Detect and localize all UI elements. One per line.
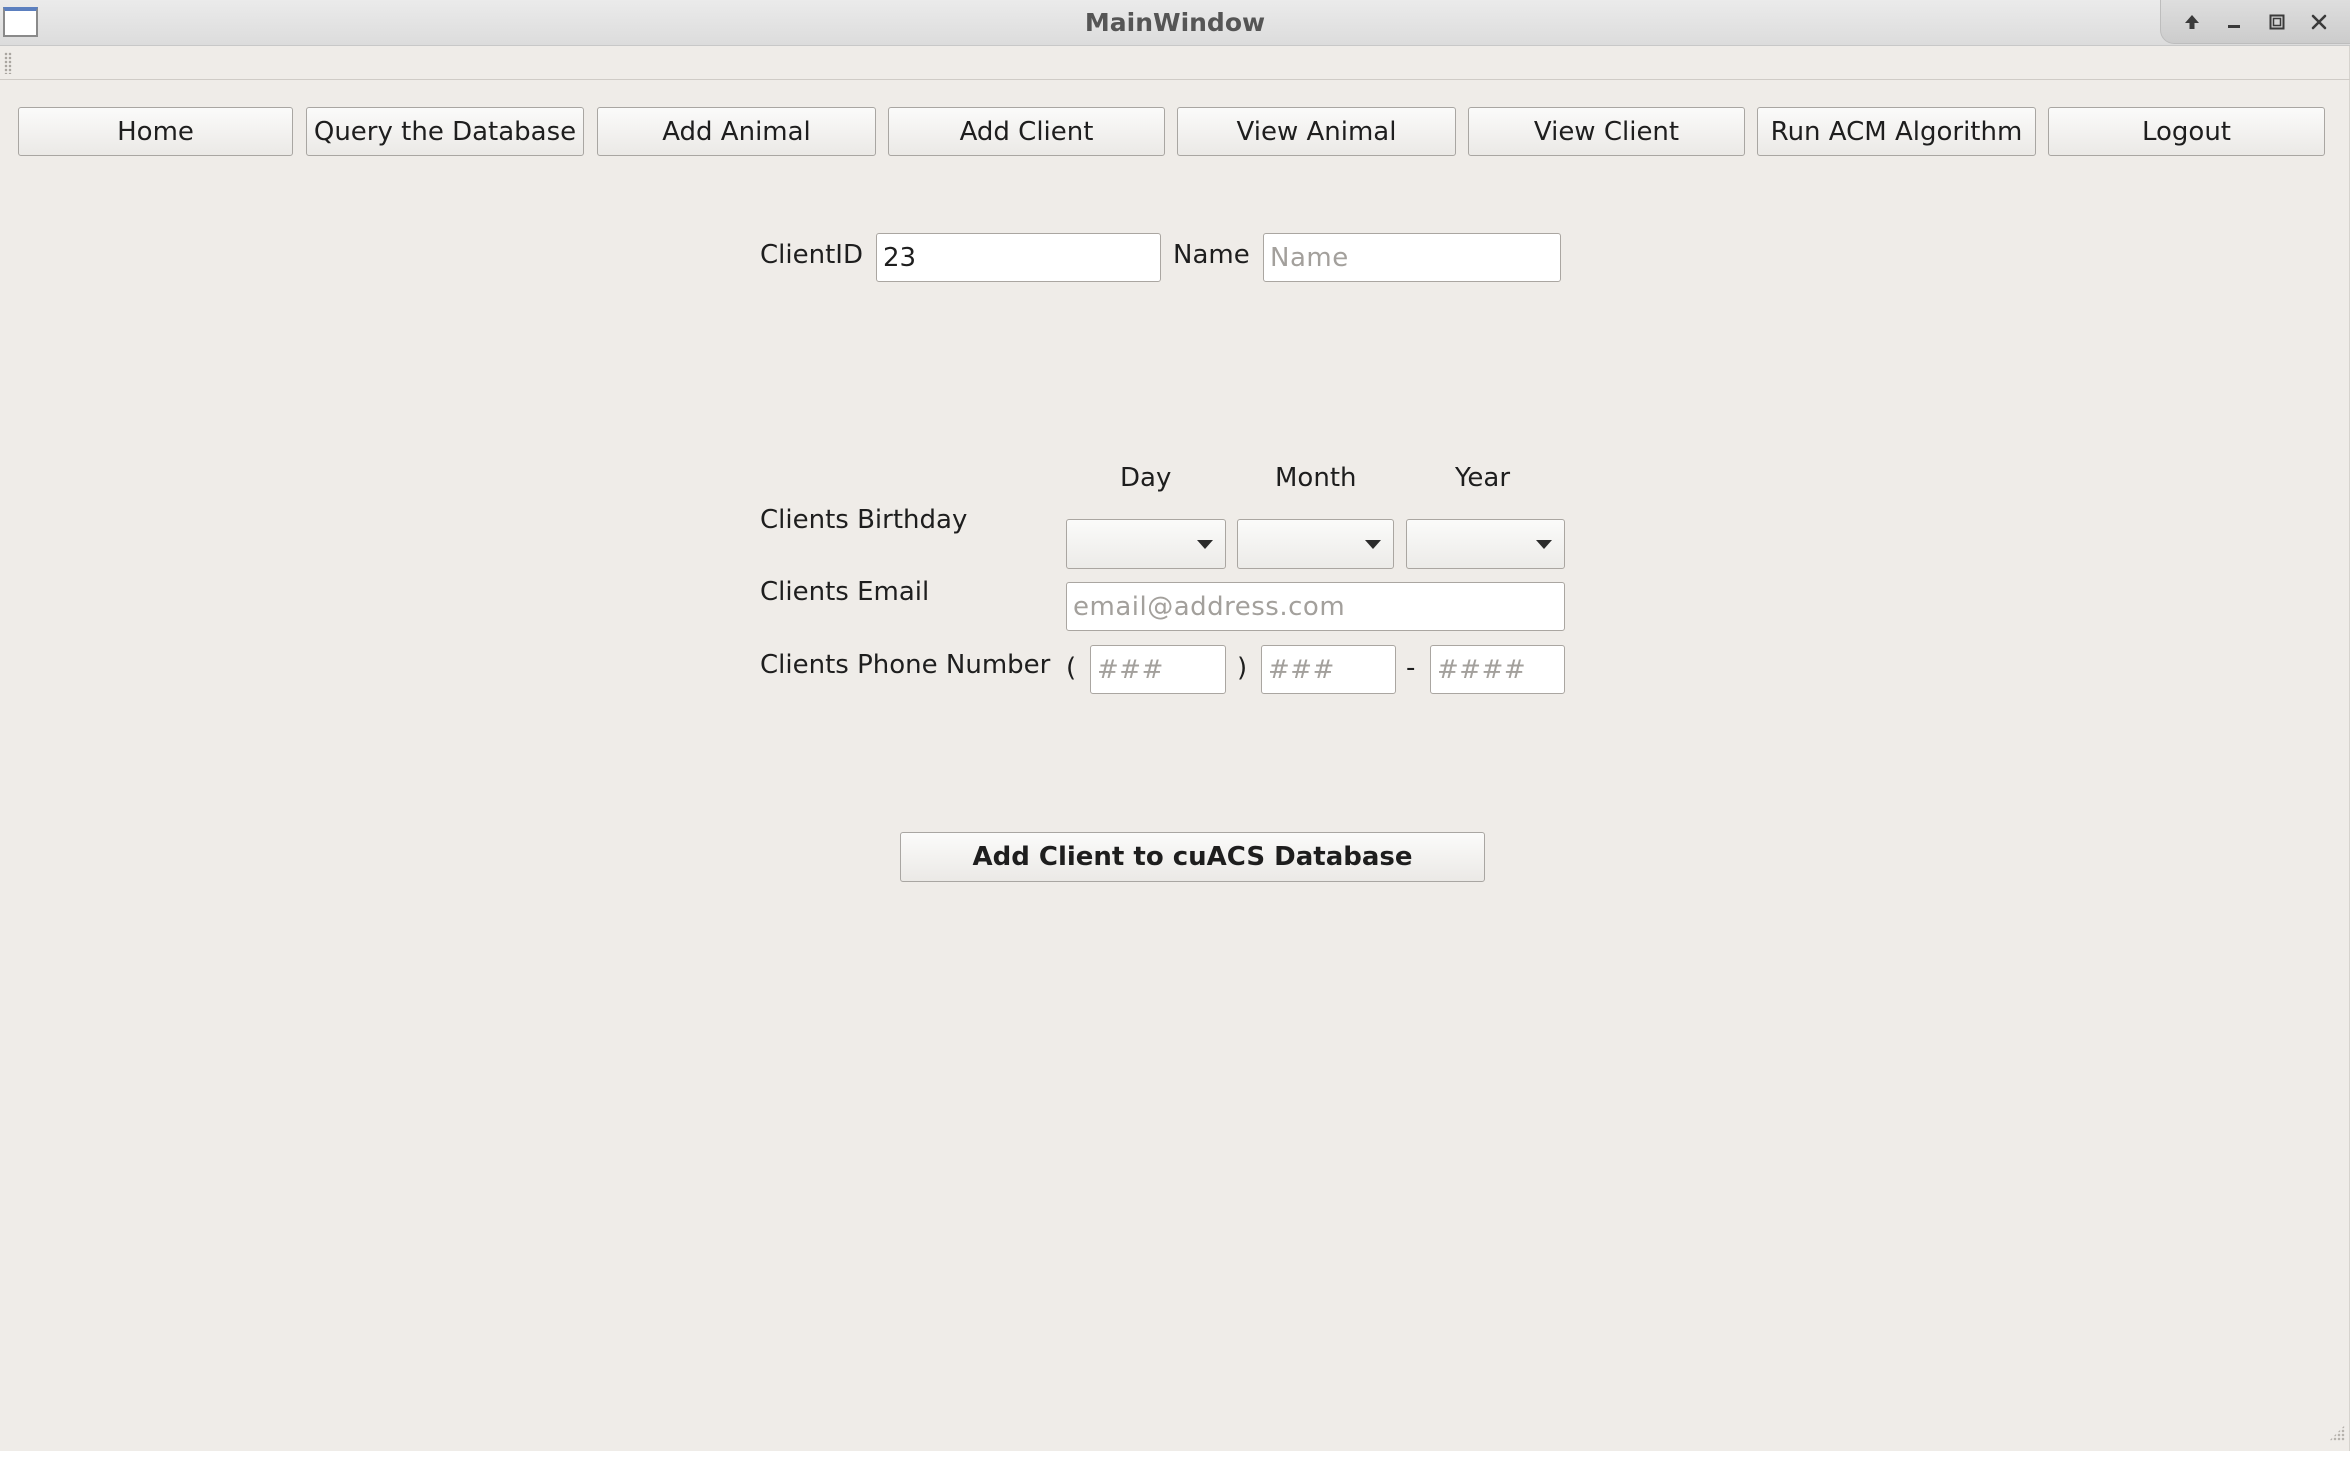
phone-close-paren: ) [1237,653,1248,683]
phone-area-code-field[interactable] [1090,645,1226,694]
add-client-button[interactable]: Add Client [888,107,1165,156]
client-id-label: ClientID [760,240,863,270]
email-field[interactable] [1066,582,1565,631]
main-window: MainWindow Home Query the Database Add A… [0,0,2350,1451]
year-header: Year [1455,463,1511,493]
add-client-to-database-button[interactable]: Add Client to cuACS Database [900,832,1485,882]
minimize-icon[interactable] [2219,7,2249,37]
month-header: Month [1275,463,1357,493]
shade-up-icon[interactable] [2177,7,2207,37]
resize-grip-icon[interactable] [2329,1425,2345,1441]
phone-line-number-field[interactable] [1430,645,1565,694]
logout-button[interactable]: Logout [2048,107,2325,156]
name-label: Name [1173,240,1250,270]
phone-prefix-field[interactable] [1261,645,1396,694]
month-select[interactable] [1237,519,1394,569]
title-bar: MainWindow [0,0,2350,46]
close-icon[interactable] [2304,7,2334,37]
day-select[interactable] [1066,519,1226,569]
home-button[interactable]: Home [18,107,293,156]
view-client-button[interactable]: View Client [1468,107,1745,156]
phone-dash: - [1406,653,1416,683]
name-field[interactable] [1263,233,1561,282]
email-label: Clients Email [760,577,930,607]
run-acm-algorithm-button[interactable]: Run ACM Algorithm [1757,107,2036,156]
year-select[interactable] [1406,519,1565,569]
chevron-down-icon [1536,540,1552,549]
menu-bar [0,46,2350,80]
chevron-down-icon [1365,540,1381,549]
add-animal-button[interactable]: Add Animal [597,107,876,156]
phone-label: Clients Phone Number [760,650,1051,680]
birthday-label: Clients Birthday [760,505,968,535]
toolbar-grip-icon[interactable] [4,52,12,74]
view-animal-button[interactable]: View Animal [1177,107,1456,156]
query-database-button[interactable]: Query the Database [306,107,584,156]
chevron-down-icon [1197,540,1213,549]
window-controls [2160,0,2350,44]
phone-open-paren: ( [1066,653,1077,683]
day-header: Day [1120,463,1172,493]
client-id-field[interactable] [876,233,1161,282]
window-title: MainWindow [1084,8,1266,37]
maximize-icon[interactable] [2262,7,2292,37]
